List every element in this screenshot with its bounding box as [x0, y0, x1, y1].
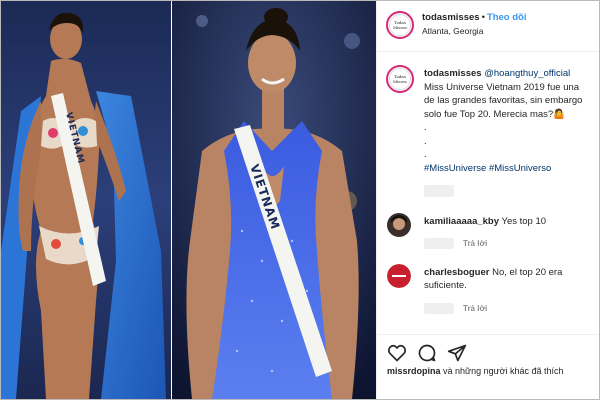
caption-hashtags: #MissUniverse #MissUniverso: [424, 162, 594, 176]
follow-button[interactable]: Theo dõi: [487, 12, 527, 23]
caption-line: solo fue Top 20. Merecia mas?🤷: [424, 108, 566, 120]
reply-button[interactable]: Trả lời: [463, 239, 487, 248]
header-user-line: todasmisses • Theo dõi: [422, 12, 526, 23]
header-username[interactable]: todasmisses: [422, 12, 480, 23]
comment-meta-placeholder: [424, 238, 454, 249]
hashtag[interactable]: #MissUniverse: [424, 163, 486, 174]
commenter-logo-icon: [387, 264, 411, 288]
comment-avatar[interactable]: [387, 264, 411, 288]
comment-username[interactable]: kamiliaaaaa_kby: [424, 216, 499, 227]
caption-line: .: [424, 149, 427, 160]
likes-text[interactable]: và những người khác đã thích: [443, 366, 564, 376]
caption-username[interactable]: todasmisses: [424, 68, 482, 79]
comment-username[interactable]: charlesboguer: [424, 267, 489, 278]
post-actions: missrdopina và những người khác đã thích: [377, 334, 599, 399]
post-side-panel: Todas Misses todasmisses • Theo dõi Atlant…: [376, 1, 599, 399]
profile-avatar[interactable]: Todas Misses: [386, 11, 414, 39]
caption-line: de las grandes favoritas, sin embargo: [424, 95, 583, 106]
instagram-post-frame: VIETNAM VIETNAM Todas Misses todasmisses…: [0, 0, 600, 400]
caption-line: Miss Universe Vietnam 2019 fue una: [424, 81, 580, 93]
comment-text-line: charlesboguer No, el top 20 era suficien…: [424, 266, 589, 292]
heart-icon[interactable]: [387, 343, 407, 363]
comment-icon[interactable]: [417, 343, 437, 363]
header-separator: •: [481, 12, 485, 23]
caption-avatar-logo: Todas Misses: [389, 68, 411, 90]
avatar-logo-text: Todas Misses: [393, 20, 407, 30]
caption-text: todasmisses @hoangthuy_official Miss Uni…: [424, 67, 594, 175]
comment-text-line: kamiliaaaaa_kby Yes top 10: [424, 215, 589, 228]
comment-avatar[interactable]: [387, 213, 411, 237]
post-photo[interactable]: VIETNAM VIETNAM: [1, 1, 376, 399]
photo-left-swimsuit: VIETNAM: [1, 1, 171, 399]
commenter-photo-icon: [387, 213, 411, 237]
post-location[interactable]: Atlanta, Georgia: [422, 26, 483, 36]
hashtag[interactable]: #MissUniverso: [489, 163, 551, 174]
caption-meta-placeholder: [424, 185, 454, 197]
caption-line: .: [424, 122, 427, 133]
likes-line: missrdopina và những người khác đã thích: [387, 366, 564, 376]
caption-avatar-logo-text: Todas Misses: [393, 74, 407, 84]
post-header: Todas Misses todasmisses • Theo dõi Atlant…: [377, 1, 599, 52]
likes-username[interactable]: missrdopina: [387, 366, 441, 376]
caption-line: .: [424, 135, 427, 147]
caption-mention[interactable]: @hoangthuy_official: [484, 68, 570, 79]
photo-right-gown: VIETNAM: [172, 1, 376, 399]
comment-body: Yes top 10: [501, 216, 547, 227]
caption-avatar[interactable]: Todas Misses: [386, 65, 414, 93]
avatar-logo: Todas Misses: [389, 14, 411, 36]
comment-meta-placeholder: [424, 303, 454, 314]
reply-button[interactable]: Trả lời: [463, 304, 487, 313]
share-icon[interactable]: [447, 343, 467, 363]
